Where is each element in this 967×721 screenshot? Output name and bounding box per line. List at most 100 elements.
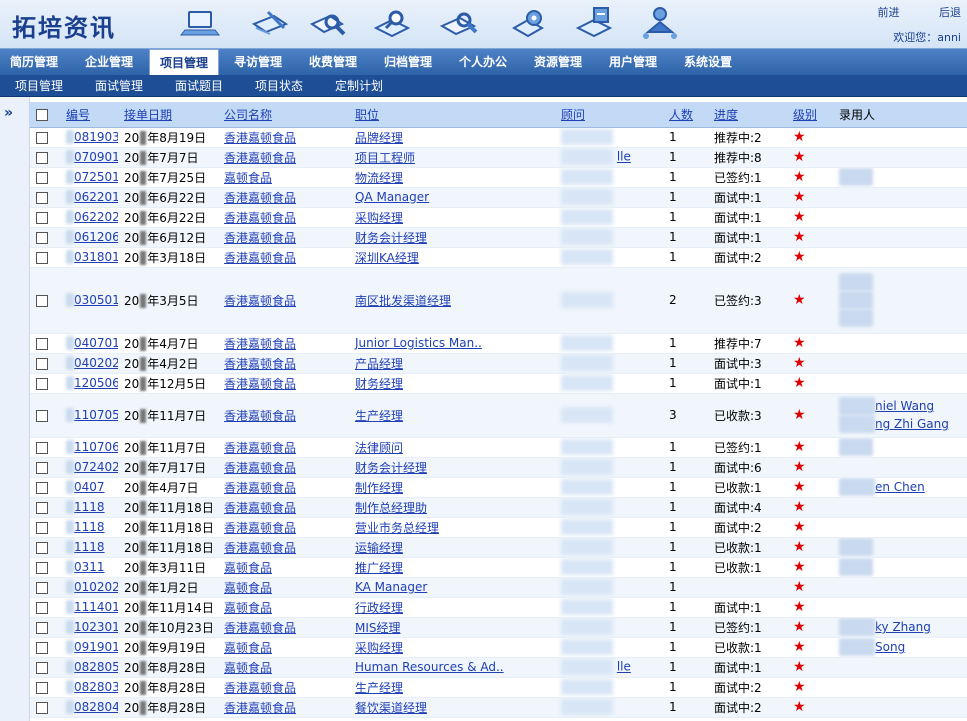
recruit-name-link[interactable]: ng Zhi Gang	[875, 417, 949, 431]
table-row[interactable]: 0031120年3月11日嘉顿食品 推广经理 1已收款:1 ★ x	[30, 557, 967, 578]
project-id-link[interactable]: 0311	[74, 560, 105, 574]
row-checkbox[interactable]	[36, 231, 48, 244]
project-id-link[interactable]: 072501	[74, 170, 118, 184]
row-checkbox[interactable]	[36, 481, 48, 494]
nav-fee[interactable]: 收费管理	[299, 49, 367, 76]
project-id-link[interactable]: 111401	[74, 600, 118, 614]
recruit-name-link[interactable]: ky Zhang	[875, 620, 931, 634]
company-link[interactable]: 嘉顿食品	[224, 601, 272, 615]
table-row[interactable]: 008280520年8月28日嘉顿食品 Human Resources & Ad.…	[30, 657, 967, 678]
position-link[interactable]: 运输经理	[355, 541, 403, 555]
position-link[interactable]: 品牌经理	[355, 131, 403, 145]
row-checkbox[interactable]	[36, 641, 48, 654]
table-row[interactable]: 0111820年11月18日香港嘉顿食品 运输经理 1已收款:1 ★ x	[30, 537, 967, 558]
project-id-link[interactable]: 091901	[74, 640, 118, 654]
company-link[interactable]: 香港嘉顿食品	[224, 151, 296, 165]
row-checkbox[interactable]	[36, 521, 48, 534]
recruit-name-link[interactable]: Song	[875, 640, 905, 654]
position-link[interactable]: 推广经理	[355, 561, 403, 575]
table-row[interactable]: 007240220年7月17日香港嘉顿食品 财务会计经理 1面试中:6 ★	[30, 457, 967, 478]
position-link[interactable]: 制作经理	[355, 481, 403, 495]
table-row[interactable]: 008280320年8月28日香港嘉顿食品 生产经理 1面试中:2 ★	[30, 677, 967, 698]
project-id-link[interactable]: 031801	[74, 250, 118, 264]
search-magnifier-icon[interactable]	[308, 2, 352, 46]
position-link[interactable]: MIS经理	[355, 621, 401, 635]
position-link[interactable]: 产品经理	[355, 357, 403, 371]
forward-link[interactable]: 前进	[878, 6, 900, 19]
settings-gear-icon[interactable]	[508, 2, 552, 46]
project-id-link[interactable]: 102301	[74, 620, 118, 634]
position-link[interactable]: 生产经理	[355, 409, 403, 423]
row-checkbox[interactable]	[36, 441, 48, 454]
table-row[interactable]: 008280420年8月28日香港嘉顿食品 餐饮渠道经理 1面试中:2 ★	[30, 697, 967, 718]
col-date[interactable]: 接单日期	[118, 102, 218, 128]
company-link[interactable]: 香港嘉顿食品	[224, 461, 296, 475]
table-row[interactable]: 007250120年7月25日嘉顿食品 物流经理 1已签约:1 ★ x	[30, 167, 967, 188]
position-link[interactable]: QA Manager	[355, 190, 429, 204]
company-link[interactable]: 香港嘉顿食品	[224, 621, 296, 635]
row-checkbox[interactable]	[36, 357, 48, 370]
project-id-link[interactable]: 120506	[74, 376, 118, 390]
company-link[interactable]: 香港嘉顿食品	[224, 701, 296, 715]
nav-resources[interactable]: 资源管理	[524, 49, 592, 76]
row-checkbox[interactable]	[36, 681, 48, 694]
table-row[interactable]: 010230120年10月23日香港嘉顿食品 MIS经理 1已签约:1 ★ xky Z…	[30, 617, 967, 638]
select-all-checkbox[interactable]	[36, 108, 48, 121]
company-link[interactable]: 香港嘉顿食品	[224, 294, 296, 308]
position-link[interactable]: 南区批发渠道经理	[355, 294, 451, 308]
user-network-icon[interactable]	[638, 2, 682, 46]
company-link[interactable]: 嘉顿食品	[224, 641, 272, 655]
row-checkbox[interactable]	[36, 461, 48, 474]
company-link[interactable]: 香港嘉顿食品	[224, 481, 296, 495]
company-link[interactable]: 嘉顿食品	[224, 561, 272, 575]
table-row[interactable]: 008190320年8月19日香港嘉顿食品 品牌经理 1推荐中:2 ★	[30, 127, 967, 148]
table-row[interactable]: 009190120年9月19日嘉顿食品 采购经理 1已收款:1 ★ xSong	[30, 637, 967, 658]
table-row[interactable]: 006220120年6月22日香港嘉顿食品 QA Manager 1面试中:1 ★	[30, 187, 967, 208]
position-link[interactable]: 财务经理	[355, 377, 403, 391]
table-row[interactable]: 011070520年11月7日香港嘉顿食品 生产经理 3已收款:3 ★ xniel W…	[30, 393, 967, 438]
position-link[interactable]: 采购经理	[355, 211, 403, 225]
subnav-interview[interactable]: 面试管理	[95, 75, 143, 97]
table-row[interactable]: 001020220年1月2日嘉顿食品 KA Manager 1 ★	[30, 577, 967, 598]
project-id-link[interactable]: 040701	[74, 336, 118, 350]
company-link[interactable]: 香港嘉顿食品	[224, 231, 296, 245]
position-link[interactable]: 行政经理	[355, 601, 403, 615]
row-checkbox[interactable]	[36, 294, 48, 307]
row-checkbox[interactable]	[36, 701, 48, 714]
folder-search-icon[interactable]	[372, 2, 416, 46]
consultant-link[interactable]: lle	[617, 150, 631, 164]
company-link[interactable]: 香港嘉顿食品	[224, 501, 296, 515]
table-row[interactable]: 004020220年4月2日香港嘉顿食品 产品经理 1面试中:3 ★	[30, 353, 967, 374]
recruit-name-link[interactable]: niel Wang	[875, 399, 934, 413]
position-link[interactable]: 法律顾问	[355, 441, 403, 455]
project-id-link[interactable]: 1118	[74, 500, 105, 514]
project-id-link[interactable]: 1118	[74, 540, 105, 554]
row-checkbox[interactable]	[36, 661, 48, 674]
col-level[interactable]: 级别	[787, 102, 833, 128]
row-checkbox[interactable]	[36, 131, 48, 144]
project-id-link[interactable]: 072402	[74, 460, 118, 474]
position-link[interactable]: 生产经理	[355, 681, 403, 695]
company-link[interactable]: 香港嘉顿食品	[224, 441, 296, 455]
table-row[interactable]: 0040720年4月7日香港嘉顿食品 制作经理 1已收款:1 ★ xen Chen	[30, 477, 967, 498]
company-link[interactable]: 香港嘉顿食品	[224, 131, 296, 145]
col-progress[interactable]: 进度	[708, 102, 787, 128]
row-checkbox[interactable]	[36, 171, 48, 184]
back-link[interactable]: 后退	[939, 6, 961, 19]
row-checkbox[interactable]	[36, 581, 48, 594]
position-link[interactable]: Junior Logistics Man..	[355, 336, 482, 350]
nav-enterprise[interactable]: 企业管理	[75, 49, 143, 76]
row-checkbox[interactable]	[36, 501, 48, 514]
nav-archive[interactable]: 归档管理	[374, 49, 442, 76]
table-row[interactable]: 004070120年4月7日香港嘉顿食品 Junior Logistics Man…	[30, 333, 967, 354]
company-link[interactable]: 香港嘉顿食品	[224, 337, 296, 351]
project-id-link[interactable]: 1118	[74, 520, 105, 534]
nav-resume[interactable]: 简历管理	[0, 49, 68, 76]
table-row[interactable]: 011140120年11月14日嘉顿食品 行政经理 1面试中:1 ★	[30, 597, 967, 618]
project-id-link[interactable]: 061206	[74, 230, 118, 244]
row-checkbox[interactable]	[36, 601, 48, 614]
company-link[interactable]: 香港嘉顿食品	[224, 251, 296, 265]
recruit-name-link[interactable]: en Chen	[875, 480, 925, 494]
position-link[interactable]: 制作总经理助	[355, 501, 427, 515]
table-row[interactable]: 007090120年7月7日香港嘉顿食品 项目工程师 lle 1推荐中:8 ★	[30, 147, 967, 168]
